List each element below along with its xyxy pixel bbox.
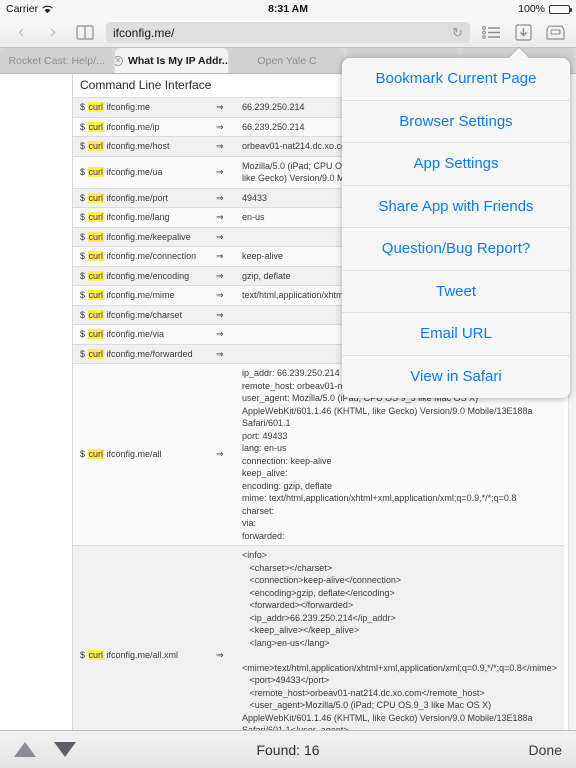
arrow-icon: ⇒ <box>216 329 224 339</box>
url-bar[interactable]: ifconfig.me/ ↻ <box>106 22 470 43</box>
search-highlight: curl <box>87 212 105 222</box>
list-icon <box>481 26 500 39</box>
search-highlight: curl <box>87 449 105 460</box>
search-highlight: curl <box>87 141 105 151</box>
arrow-icon: ⇒ <box>216 121 224 132</box>
cli-command-cell: $ curl ifconfig.me/host <box>80 141 170 151</box>
cli-command-cell: $ curl ifconfig.me/connection <box>80 251 197 261</box>
search-highlight: curl <box>87 348 105 359</box>
tab-2[interactable]: Open Yale C <box>230 48 344 73</box>
menu-item-label: Browser Settings <box>399 112 513 130</box>
back-button[interactable]: ‹ <box>10 22 32 44</box>
cli-command-cell: $ curl ifconfig.me/via <box>80 329 165 339</box>
cli-command-cell: $ curl ifconfig.me <box>80 102 151 112</box>
search-highlight: curl <box>87 166 105 177</box>
arrow-icon: ⇒ <box>216 141 224 151</box>
cli-command-cell: $ curl ifconfig.me/all.xml <box>80 650 179 660</box>
chevron-right-icon: › <box>49 21 57 43</box>
menu-item-label: Email URL <box>420 325 492 343</box>
bookmarks-button[interactable] <box>74 22 96 44</box>
cli-command-cell: $ curl ifconfig.me/charset <box>80 309 183 320</box>
arrow-icon: ⇒ <box>216 348 224 359</box>
clock-label: 8:31 AM <box>268 3 308 15</box>
cli-command-cell: $ curl ifconfig.me/keepalive <box>80 231 191 242</box>
cli-command-cell: $ curl ifconfig.me/forwarded <box>80 348 193 359</box>
tab-label: What Is My IP Addr... <box>127 54 229 67</box>
arrow-icon: ⇒ <box>216 309 224 320</box>
cli-command-cell: $ curl ifconfig.me/port <box>80 192 169 203</box>
tab-label: Open Yale C <box>257 54 317 67</box>
forward-button[interactable]: › <box>42 22 64 44</box>
arrow-icon: ⇒ <box>216 650 224 660</box>
arrow-icon: ⇒ <box>216 231 224 242</box>
menu-item-label: App Settings <box>413 155 499 173</box>
cli-value-cell: <info> <charset></charset> <connection>k… <box>242 550 557 730</box>
arrow-icon: ⇒ <box>216 166 224 177</box>
menu-item-email-url[interactable]: Email URL <box>342 313 570 356</box>
archive-tray-icon <box>545 25 565 40</box>
menu-item-label: Tweet <box>435 282 477 300</box>
cli-command-cell: $ curl ifconfig.me/all <box>80 449 162 460</box>
book-icon <box>76 25 94 40</box>
popover-arrow <box>508 48 530 59</box>
menu-item-share-app-with-friends[interactable]: Share App with Friends <box>342 186 570 228</box>
menu-item-question-bug-report[interactable]: Question/Bug Report? <box>342 228 570 271</box>
status-bar-right: 100% <box>518 3 572 15</box>
search-highlight: curl <box>87 121 105 132</box>
search-highlight: curl <box>87 650 105 660</box>
table-row: $ curl ifconfig.me/all.xml ⇒ <info> <chars… <box>72 545 564 730</box>
tab-0[interactable]: Rocket Cast: Help/... <box>0 48 114 73</box>
arrow-icon: ⇒ <box>216 270 224 281</box>
search-highlight: curl <box>87 102 105 112</box>
menu-item-label: Bookmark Current Page <box>375 70 537 88</box>
download-button[interactable] <box>512 22 534 44</box>
chevron-left-icon: ‹ <box>17 21 25 43</box>
cli-command-cell: $ curl ifconfig.me/ip <box>80 121 160 132</box>
cli-command-cell: $ curl ifconfig.me/ua <box>80 166 163 177</box>
search-highlight: curl <box>87 231 105 242</box>
arrow-icon: ⇒ <box>216 251 224 261</box>
cli-command-cell: $ curl ifconfig.me/mime <box>80 290 175 300</box>
cli-command-cell: $ curl ifconfig.me/lang <box>80 212 170 222</box>
browser-window: Carrier 8:31 AM 100% ‹ › ifconfig.me/ ↻ <box>0 0 576 768</box>
menu-item-view-in-safari[interactable]: View in Safari <box>342 356 570 399</box>
menu-item-label: Share App with Friends <box>378 197 534 215</box>
download-icon <box>514 24 532 41</box>
menu-item-tweet[interactable]: Tweet <box>342 271 570 313</box>
search-highlight: curl <box>87 192 105 203</box>
find-result-count: Found: 16 <box>256 741 320 758</box>
battery-percent-label: 100% <box>518 3 545 15</box>
battery-full-icon <box>549 4 572 14</box>
arrow-icon: ⇒ <box>216 290 224 300</box>
search-highlight: curl <box>87 251 105 261</box>
reading-list-button[interactable] <box>480 22 502 44</box>
menu-item-browser-settings[interactable]: Browser Settings <box>342 101 570 143</box>
arrow-icon: ⇒ <box>216 212 224 222</box>
left-rule-divider <box>72 74 73 730</box>
menu-item-bookmark-current-page[interactable]: Bookmark Current Page <box>342 58 570 101</box>
cli-command-cell: $ curl ifconfig.me/encoding <box>80 270 190 281</box>
reload-icon[interactable]: ↻ <box>452 25 463 41</box>
menu-item-label: Question/Bug Report? <box>381 240 531 258</box>
browser-toolbar: ‹ › ifconfig.me/ ↻ <box>0 18 576 48</box>
url-text: ifconfig.me/ <box>113 25 175 40</box>
menu-item-app-settings[interactable]: App Settings <box>342 143 570 186</box>
menu-item-label: View in Safari <box>410 368 502 386</box>
search-highlight: curl <box>87 290 105 300</box>
search-highlight: curl <box>87 270 105 281</box>
done-button[interactable]: Done <box>529 742 562 758</box>
find-bar: Found: 16 Done <box>0 730 576 768</box>
app-menu-popover: Bookmark Current Page Browser Settings A… <box>342 58 570 398</box>
arrow-icon: ⇒ <box>216 449 224 460</box>
arrow-icon: ⇒ <box>216 192 224 203</box>
tab-label: Rocket Cast: Help/... <box>8 54 105 67</box>
search-highlight: curl <box>87 309 105 320</box>
status-bar: Carrier 8:31 AM 100% <box>0 0 576 18</box>
tabs-button[interactable] <box>544 22 566 44</box>
close-circle-icon[interactable]: ✕ <box>115 55 123 66</box>
arrow-icon: ⇒ <box>216 102 224 112</box>
tab-1-active[interactable]: ✕ What Is My IP Addr... <box>115 48 229 73</box>
search-highlight: curl <box>87 329 105 339</box>
